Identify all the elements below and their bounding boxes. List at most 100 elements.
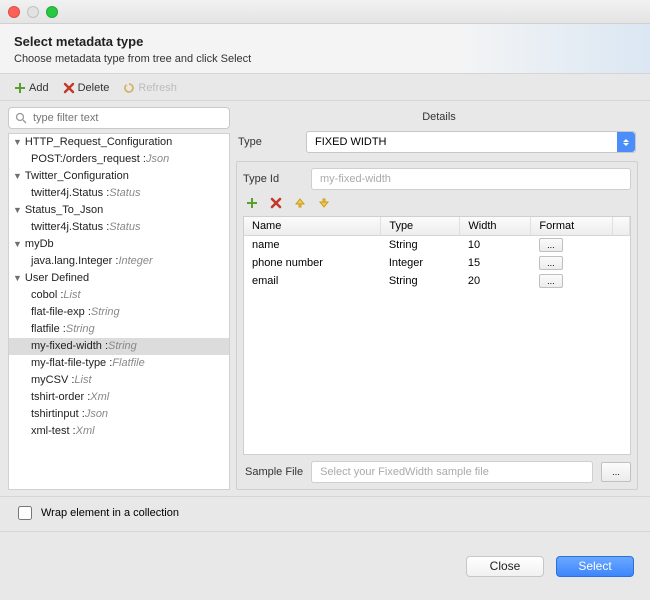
table-row[interactable]: phone numberInteger15... (244, 254, 630, 272)
table-row[interactable]: emailString20... (244, 272, 630, 290)
grid-cell[interactable]: name (244, 236, 381, 255)
grid-cell[interactable]: Integer (381, 254, 460, 272)
grid-cell[interactable]: 20 (460, 272, 531, 290)
tree-item[interactable]: twitter4j.Status : Status (9, 219, 229, 236)
refresh-button[interactable]: Refresh (123, 82, 177, 94)
grid-header[interactable]: Name (244, 217, 381, 236)
tree-item-label: Status_To_Json (25, 202, 103, 219)
tree-item[interactable]: tshirtinput : Json (9, 406, 229, 423)
filter-input[interactable] (31, 111, 223, 125)
field-add-icon[interactable] (245, 196, 259, 210)
close-button[interactable]: Close (466, 556, 544, 577)
tree-item-label: tshirt-order : (31, 389, 90, 406)
tree-group[interactable]: ▼Status_To_Json (9, 202, 229, 219)
tree-item-label: POST:/orders_request : (31, 151, 146, 168)
metadata-tree[interactable]: ▼HTTP_Request_ConfigurationPOST:/orders_… (8, 133, 230, 490)
grid-cell[interactable]: phone number (244, 254, 381, 272)
tree-item-label: xml-test : (31, 423, 76, 440)
tree-group[interactable]: ▼User Defined (9, 270, 229, 287)
tree-item[interactable]: POST:/orders_request : Json (9, 151, 229, 168)
grid-cell[interactable]: 15 (460, 254, 531, 272)
tree-item-label: tshirtinput : (31, 406, 85, 423)
tree-item-type: String (91, 304, 120, 321)
tree-item[interactable]: flat-file-exp : String (9, 304, 229, 321)
field-toolbar (243, 190, 631, 216)
tree-item[interactable]: flatfile : String (9, 321, 229, 338)
tree-item[interactable]: myCSV : List (9, 372, 229, 389)
tree-item-label: twitter4j.Status : (31, 219, 109, 236)
tree-item[interactable]: twitter4j.Status : Status (9, 185, 229, 202)
tree-item-label: cobol : (31, 287, 63, 304)
minimize-icon (27, 6, 39, 18)
type-id-label: Type Id (243, 173, 301, 185)
tree-item-type: Xml (90, 389, 109, 406)
dialog-header: Select metadata type Choose metadata typ… (0, 24, 650, 74)
grid-cell[interactable]: String (381, 272, 460, 290)
grid-cell[interactable]: email (244, 272, 381, 290)
tree-item-label: java.lang.Integer : (31, 253, 118, 270)
details-heading: Details (236, 107, 642, 127)
refresh-label: Refresh (138, 82, 177, 94)
chevron-down-icon: ▼ (13, 270, 22, 287)
tree-group[interactable]: ▼HTTP_Request_Configuration (9, 134, 229, 151)
format-browse-button[interactable]: ... (539, 274, 563, 288)
tree-item[interactable]: java.lang.Integer : Integer (9, 253, 229, 270)
grid-cell[interactable]: 10 (460, 236, 531, 255)
tree-item-type: String (108, 338, 137, 355)
maximize-icon[interactable] (46, 6, 58, 18)
grid-cell[interactable]: String (381, 236, 460, 255)
field-up-icon[interactable] (293, 196, 307, 210)
add-button[interactable]: Add (14, 82, 49, 94)
tree-item[interactable]: xml-test : Xml (9, 423, 229, 440)
refresh-icon (123, 82, 135, 94)
tree-item-label: myCSV : (31, 372, 74, 389)
grid-header[interactable]: Type (381, 217, 460, 236)
tree-item-label: my-fixed-width : (31, 338, 108, 355)
tree-item-label: flat-file-exp : (31, 304, 91, 321)
table-row[interactable]: nameString10... (244, 236, 630, 255)
tree-item[interactable]: cobol : List (9, 287, 229, 304)
wrap-option: Wrap element in a collection (0, 496, 650, 531)
dialog-footer: Close Select (0, 531, 650, 600)
tree-item-type: Json (146, 151, 169, 168)
tree-item-label: twitter4j.Status : (31, 185, 109, 202)
type-id-field[interactable]: my-fixed-width (311, 168, 631, 190)
window-titlebar[interactable] (0, 0, 650, 24)
dialog-subtitle: Choose metadata type from tree and click… (14, 53, 636, 65)
sample-file-label: Sample File (245, 466, 303, 478)
grid-header[interactable]: Format (531, 217, 613, 236)
chevron-down-icon: ▼ (13, 134, 22, 151)
dialog-window: Select metadata type Choose metadata typ… (0, 0, 650, 600)
filter-input-wrap[interactable] (8, 107, 230, 129)
chevron-down-icon: ▼ (13, 236, 22, 253)
field-delete-icon[interactable] (269, 196, 283, 210)
tree-item-label: myDb (25, 236, 54, 253)
tree-item-type: Integer (118, 253, 152, 270)
plus-icon (14, 82, 26, 94)
select-button[interactable]: Select (556, 556, 634, 577)
tree-item-type: Status (109, 219, 140, 236)
format-browse-button[interactable]: ... (539, 256, 563, 270)
tree-group[interactable]: ▼Twitter_Configuration (9, 168, 229, 185)
format-browse-button[interactable]: ... (539, 238, 563, 252)
sample-file-browse-button[interactable]: ... (601, 462, 631, 482)
tree-item-label: HTTP_Request_Configuration (25, 134, 172, 151)
tree-item[interactable]: tshirt-order : Xml (9, 389, 229, 406)
close-icon[interactable] (8, 6, 20, 18)
type-select-value: FIXED WIDTH (315, 136, 387, 148)
chevron-down-icon: ▼ (13, 168, 22, 185)
tree-item-label: Twitter_Configuration (25, 168, 129, 185)
delete-label: Delete (78, 82, 110, 94)
dialog-title: Select metadata type (14, 34, 636, 49)
tree-item-label: flatfile : (31, 321, 66, 338)
sample-file-field[interactable]: Select your FixedWidth sample file (311, 461, 593, 483)
tree-group[interactable]: ▼myDb (9, 236, 229, 253)
fields-grid[interactable]: NameTypeWidthFormatnameString10...phone … (243, 216, 631, 455)
wrap-checkbox[interactable] (18, 506, 32, 520)
type-select[interactable]: FIXED WIDTH (306, 131, 636, 153)
field-down-icon[interactable] (317, 196, 331, 210)
tree-item[interactable]: my-fixed-width : String (9, 338, 229, 355)
delete-button[interactable]: Delete (63, 82, 110, 94)
grid-header[interactable]: Width (460, 217, 531, 236)
tree-item[interactable]: my-flat-file-type : Flatfile (9, 355, 229, 372)
